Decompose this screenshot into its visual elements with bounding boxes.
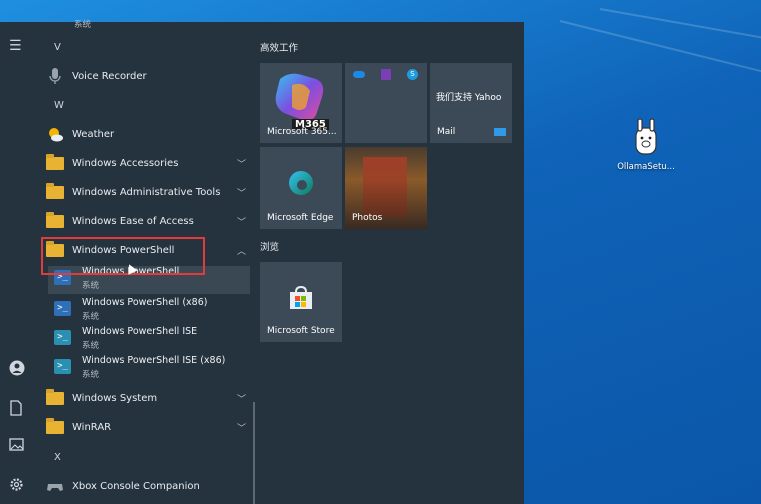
tile-mail[interactable]: 我们支持 Yahoo Mail bbox=[430, 63, 512, 143]
app-sublabel: 系统 bbox=[82, 281, 100, 291]
tile-label: Microsoft Edge bbox=[267, 213, 334, 223]
folder-winrar[interactable]: WinRAR ﹀ bbox=[46, 415, 246, 439]
pictures-icon[interactable] bbox=[9, 438, 24, 455]
start-rail: ☰ bbox=[0, 22, 34, 504]
app-label: Weather bbox=[72, 128, 115, 140]
app-xbox-console-companion[interactable]: Xbox Console Companion bbox=[46, 474, 246, 498]
chevron-up-icon: ︿ bbox=[236, 246, 246, 257]
hamburger-icon[interactable]: ☰ bbox=[9, 38, 22, 54]
app-windows-powershell-ise-x86[interactable]: >_ Windows PowerShell ISE (x86) 系统 bbox=[54, 355, 254, 383]
folder-windows-ease-of-access[interactable]: Windows Ease of Access ﹀ bbox=[46, 209, 246, 233]
app-voice-recorder[interactable]: Voice Recorder bbox=[46, 64, 246, 88]
tile-photos[interactable]: Photos bbox=[345, 147, 427, 229]
tile-label: Photos bbox=[352, 213, 383, 223]
settings-icon[interactable] bbox=[9, 477, 24, 496]
tile-microsoft-edge[interactable]: Microsoft Edge bbox=[260, 147, 342, 229]
letter-header-x[interactable]: X bbox=[54, 452, 61, 463]
photos-artwork bbox=[363, 157, 407, 217]
user-icon[interactable] bbox=[9, 360, 25, 380]
app-weather[interactable]: Weather bbox=[46, 122, 246, 146]
app-label: Voice Recorder bbox=[72, 70, 147, 82]
wallpaper-streak bbox=[559, 20, 761, 81]
microsoft-365-icon bbox=[275, 73, 324, 121]
list-item[interactable]: 系统 bbox=[46, 12, 246, 36]
app-sublabel: 系统 bbox=[82, 312, 100, 322]
wallpaper-streak bbox=[599, 8, 761, 45]
tile-label: Microsoft 365... bbox=[267, 127, 337, 137]
edge-icon bbox=[289, 171, 313, 195]
folder-windows-admin-tools[interactable]: Windows Administrative Tools ﹀ bbox=[46, 180, 246, 204]
powershell-icon: >_ bbox=[54, 301, 71, 316]
tile-label: Mail bbox=[437, 127, 456, 137]
app-label: Windows PowerShell (x86) bbox=[82, 297, 208, 308]
tile-office-apps[interactable]: S bbox=[345, 63, 427, 143]
microphone-icon bbox=[49, 68, 61, 84]
tile-label: Microsoft Store bbox=[267, 326, 335, 336]
desktop-icon-label: OllamaSetu... bbox=[617, 162, 675, 172]
chevron-down-icon: ﹀ bbox=[236, 188, 246, 199]
tile-microsoft-store[interactable]: Microsoft Store bbox=[260, 262, 342, 342]
store-icon bbox=[290, 286, 312, 309]
skype-icon: S bbox=[407, 69, 418, 80]
app-label: Windows Ease of Access bbox=[72, 215, 194, 227]
folder-icon bbox=[46, 417, 64, 434]
app-sublabel: 系统 bbox=[82, 341, 100, 351]
weather-icon bbox=[49, 128, 63, 142]
letter-header-w[interactable]: W bbox=[54, 100, 64, 111]
app-label: Windows PowerShell ISE bbox=[82, 326, 198, 337]
folder-icon bbox=[46, 182, 64, 199]
list-item-label: 系统 bbox=[74, 20, 92, 30]
powershell-ise-icon: >_ bbox=[54, 359, 71, 374]
scrollbar[interactable] bbox=[253, 402, 255, 504]
app-label: Windows System bbox=[72, 392, 158, 404]
onedrive-icon bbox=[353, 71, 365, 78]
app-sublabel: 系统 bbox=[82, 370, 100, 380]
tile-group-productivity: 高效工作 bbox=[260, 43, 299, 54]
powershell-ise-icon: >_ bbox=[54, 330, 71, 345]
mail-icon bbox=[494, 128, 506, 136]
folder-icon bbox=[46, 153, 64, 170]
app-label: Windows Administrative Tools bbox=[72, 186, 221, 198]
app-windows-powershell-x86[interactable]: >_ Windows PowerShell (x86) 系统 bbox=[54, 297, 254, 325]
app-label: Windows Accessories bbox=[72, 157, 179, 169]
document-icon[interactable] bbox=[9, 400, 23, 420]
xbox-controller-icon bbox=[47, 484, 63, 491]
chevron-down-icon: ﹀ bbox=[236, 217, 246, 228]
app-label: WinRAR bbox=[72, 421, 112, 433]
yahoo-support-text: 我们支持 Yahoo bbox=[436, 93, 502, 103]
highlight-box bbox=[41, 237, 205, 275]
onenote-icon bbox=[381, 69, 391, 80]
chevron-down-icon: ﹀ bbox=[236, 159, 246, 170]
app-windows-powershell-ise[interactable]: >_ Windows PowerShell ISE 系统 bbox=[54, 326, 254, 354]
folder-icon bbox=[46, 211, 64, 228]
desktop-icon-ollama[interactable]: OllamaSetu... bbox=[610, 118, 682, 172]
folder-windows-system[interactable]: Windows System ﹀ bbox=[46, 386, 246, 410]
letter-header-v[interactable]: V bbox=[54, 42, 61, 53]
folder-windows-accessories[interactable]: Windows Accessories ﹀ bbox=[46, 151, 246, 175]
chevron-down-icon: ﹀ bbox=[236, 394, 246, 405]
app-label: Xbox Console Companion bbox=[72, 480, 200, 492]
app-label: Windows PowerShell ISE (x86) bbox=[82, 355, 226, 366]
tile-group-browse: 浏览 bbox=[260, 242, 280, 253]
tile-microsoft-365[interactable]: M365 Microsoft 365... bbox=[260, 63, 342, 143]
folder-icon bbox=[46, 388, 64, 405]
chevron-down-icon: ﹀ bbox=[236, 423, 246, 434]
llama-icon bbox=[635, 118, 657, 155]
